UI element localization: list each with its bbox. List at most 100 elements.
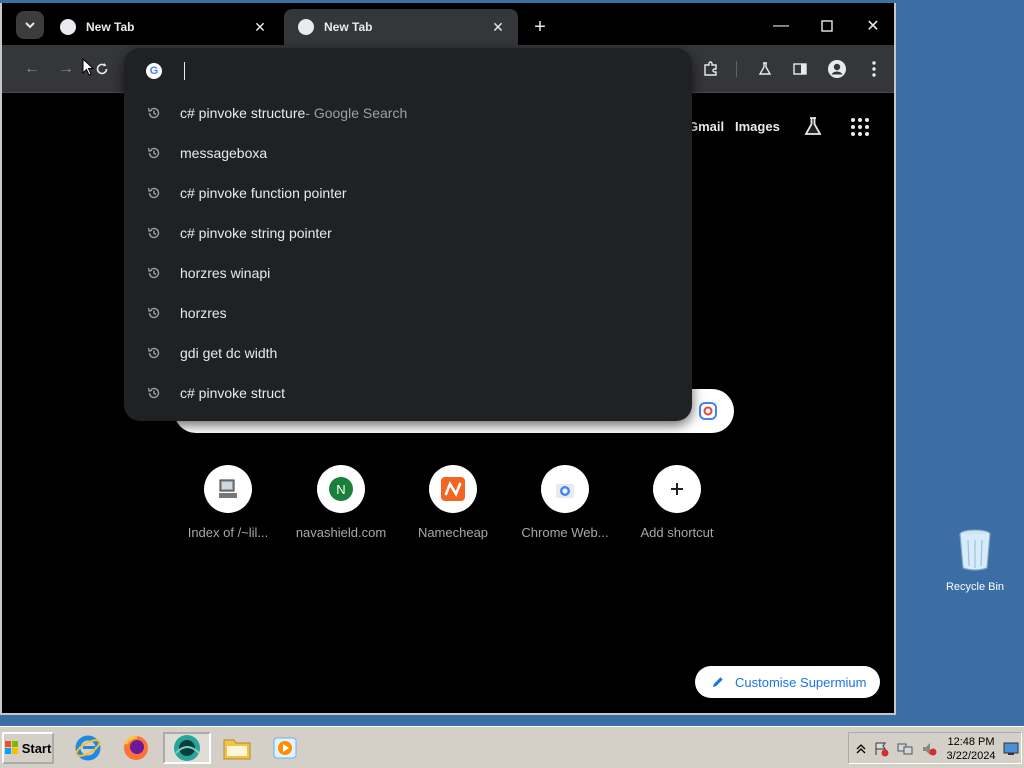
letter-avatar: N xyxy=(329,477,353,501)
recycle-bin-icon xyxy=(959,529,991,571)
history-icon xyxy=(146,305,162,321)
windows-flag-icon xyxy=(4,741,18,754)
mouse-cursor-icon xyxy=(82,58,94,76)
suggestion-item[interactable]: gdi get dc width xyxy=(124,333,692,373)
suggestion-item[interactable]: horzres winapi xyxy=(124,253,692,293)
shortcut-label: Add shortcut xyxy=(640,525,714,540)
back-button[interactable]: ← xyxy=(20,57,44,81)
customise-label: Customise Supermium xyxy=(735,674,867,690)
add-shortcut-tile[interactable]: Add shortcut xyxy=(621,465,733,540)
extensions-button[interactable] xyxy=(699,57,723,81)
history-icon xyxy=(146,225,162,241)
suggestion-suffix: - Google Search xyxy=(305,105,408,121)
suggestion-text: gdi get dc width xyxy=(180,345,278,361)
internet-explorer-launcher[interactable] xyxy=(71,732,105,764)
history-icon xyxy=(146,185,162,201)
browser-window: New Tab ✕ New Tab ✕ + — ✕ ← → Gmail Imag… xyxy=(0,3,896,715)
history-icon xyxy=(146,105,162,121)
show-desktop-icon[interactable] xyxy=(1003,741,1019,757)
navashield-icon: N xyxy=(317,465,365,513)
taskbar: Start 12:48 PM 3/22/2024 xyxy=(0,726,1024,768)
clock-time: 12:48 PM xyxy=(947,736,995,748)
text-caret xyxy=(184,62,185,80)
omnibox-input[interactable]: G xyxy=(124,48,692,94)
toolbar-divider xyxy=(736,61,737,77)
labs-button[interactable] xyxy=(753,57,777,81)
start-button[interactable]: Start xyxy=(2,732,54,764)
suggestion-item[interactable]: c# pinvoke struct xyxy=(124,373,692,413)
firefox-launcher[interactable] xyxy=(119,732,153,764)
more-vert-icon xyxy=(872,61,876,77)
shortcut-tile[interactable]: Index of /~lil... xyxy=(172,465,284,540)
images-link[interactable]: Images xyxy=(735,119,780,134)
avatar-icon xyxy=(828,60,846,78)
side-panel-icon xyxy=(793,63,807,75)
network-icon[interactable] xyxy=(897,741,913,757)
minimize-button[interactable]: — xyxy=(758,11,804,41)
suggestion-item[interactable]: messageboxa xyxy=(124,133,692,173)
history-icon xyxy=(146,385,162,401)
suggestion-text: c# pinvoke structure xyxy=(180,105,306,121)
new-tab-button[interactable]: + xyxy=(528,15,552,39)
supermium-taskbar-button[interactable] xyxy=(163,732,211,764)
customise-button[interactable]: Customise Supermium xyxy=(695,666,880,698)
tray-expand-icon[interactable] xyxy=(853,741,869,757)
labs-link[interactable] xyxy=(802,115,824,137)
suggestion-text: messageboxa xyxy=(180,145,268,161)
tab-search-button[interactable] xyxy=(16,11,44,39)
shortcut-label: Namecheap xyxy=(417,525,489,540)
chrome-web-store-icon xyxy=(541,465,589,513)
suggestion-item[interactable]: c# pinvoke string pointer xyxy=(124,213,692,253)
gmail-link[interactable]: Gmail xyxy=(688,119,724,134)
pencil-icon xyxy=(713,677,723,687)
firefox-icon xyxy=(124,735,148,760)
reload-icon xyxy=(96,63,108,75)
tab-1[interactable]: New Tab ✕ xyxy=(46,9,280,45)
folder-icon xyxy=(223,739,251,760)
shortcut-label: Index of /~lil... xyxy=(187,525,269,540)
shortcut-tile[interactable]: Namecheap xyxy=(397,465,509,540)
history-icon xyxy=(146,265,162,281)
volume-muted-icon[interactable] xyxy=(921,741,937,757)
tab-label: New Tab xyxy=(86,20,135,34)
suggestion-text: c# pinvoke string pointer xyxy=(180,225,332,241)
close-window-button[interactable]: ✕ xyxy=(850,11,896,41)
apps-button[interactable] xyxy=(850,117,870,137)
recycle-bin-shortcut[interactable]: Recycle Bin xyxy=(940,528,1010,593)
suggestion-text: c# pinvoke function pointer xyxy=(180,185,347,201)
maximize-button[interactable] xyxy=(804,11,850,41)
flask-icon xyxy=(758,62,772,75)
title-bar: New Tab ✕ New Tab ✕ + — ✕ xyxy=(2,3,894,45)
system-tray: 12:48 PM 3/22/2024 xyxy=(848,732,1022,764)
google-lens-icon[interactable] xyxy=(698,401,718,421)
tab-label: New Tab xyxy=(324,20,373,34)
file-explorer-launcher[interactable] xyxy=(220,732,254,764)
supermium-icon xyxy=(174,735,200,761)
suggestion-text: horzres winapi xyxy=(180,265,271,281)
clock[interactable]: 12:48 PM 3/22/2024 xyxy=(943,735,999,763)
tab-close-icon[interactable]: ✕ xyxy=(252,19,268,35)
history-icon xyxy=(146,145,162,161)
side-panel-button[interactable] xyxy=(788,57,812,81)
shortcut-tile[interactable]: N navashield.com xyxy=(285,465,397,540)
recycle-bin-label: Recycle Bin xyxy=(945,581,1005,593)
shortcut-tile[interactable]: Chrome Web... xyxy=(509,465,621,540)
maximize-icon xyxy=(821,20,833,32)
suggestion-item[interactable]: c# pinvoke structure - Google Search xyxy=(124,93,692,133)
media-player-launcher[interactable] xyxy=(268,732,302,764)
tab-close-icon[interactable]: ✕ xyxy=(490,19,506,35)
history-icon xyxy=(146,345,162,361)
internet-explorer-icon xyxy=(75,735,101,761)
menu-button[interactable] xyxy=(862,57,886,81)
suggestion-item[interactable]: c# pinvoke function pointer xyxy=(124,173,692,213)
suggestion-item[interactable]: horzres xyxy=(124,293,692,333)
profile-button[interactable] xyxy=(825,57,849,81)
computer-icon xyxy=(204,465,252,513)
media-player-icon xyxy=(273,737,297,759)
plus-icon xyxy=(653,465,701,513)
forward-button[interactable]: → xyxy=(54,57,78,81)
tab-2[interactable]: New Tab ✕ xyxy=(284,9,518,45)
suggestion-text: c# pinvoke struct xyxy=(180,385,286,401)
action-center-icon[interactable] xyxy=(873,741,889,757)
flask-icon xyxy=(804,117,822,135)
